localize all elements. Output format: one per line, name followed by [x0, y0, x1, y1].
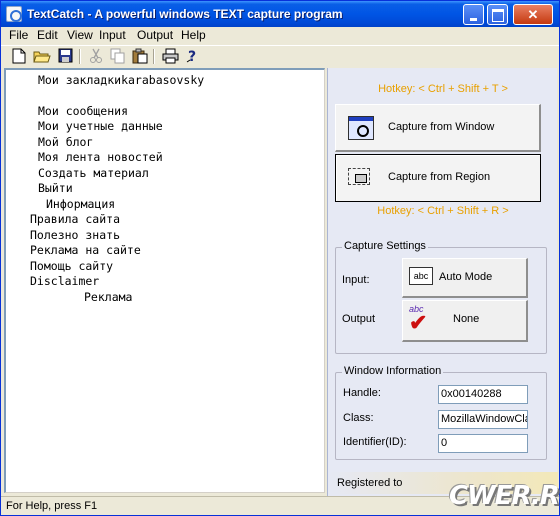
spellcheck-icon: abc ✔	[409, 304, 428, 335]
menu-edit[interactable]: Edit	[37, 28, 58, 42]
menu-help[interactable]: Help	[181, 28, 206, 42]
menu-bar: File Edit View Input Output Help	[1, 27, 559, 45]
output-mode-value: None	[453, 313, 480, 325]
status-text: For Help, press F1	[6, 500, 98, 512]
handle-label: Handle:	[343, 387, 381, 399]
new-file-icon[interactable]	[10, 48, 28, 65]
title-bar[interactable]: TextCatch - A powerful windows TEXT capt…	[1, 1, 559, 27]
identifier-field[interactable]: 0	[438, 434, 528, 453]
capture-settings-group: Capture Settings Input: abc Auto Mode Ou…	[335, 240, 547, 354]
window-title: TextCatch - A powerful windows TEXT capt…	[27, 7, 343, 21]
hotkey-window-label: Hotkey: < Ctrl + Shift + T >	[378, 83, 508, 95]
abc-text-icon: abc	[409, 267, 433, 285]
registered-to-label: Registered to	[337, 477, 403, 489]
watermark-text: CWER.RU	[449, 481, 560, 511]
window-information-title: Window Information	[342, 365, 444, 377]
capture-region-label: Capture from Region	[388, 171, 491, 183]
open-folder-icon[interactable]	[33, 48, 51, 65]
copy-icon[interactable]	[109, 48, 127, 65]
identifier-label: Identifier(ID):	[343, 436, 407, 448]
capture-panel: Hotkey: < Ctrl + Shift + T > Capture fro…	[327, 68, 558, 496]
capture-settings-title: Capture Settings	[342, 240, 428, 252]
print-icon[interactable]	[161, 48, 179, 65]
text-line: Помощь сайту	[30, 259, 114, 273]
handle-field[interactable]: 0x00140288	[438, 385, 528, 404]
menu-view[interactable]: View	[67, 28, 93, 42]
toolbar: ?	[1, 45, 559, 67]
text-line: Создать материал	[38, 166, 149, 180]
capture-from-window-button[interactable]: Capture from Window	[335, 104, 541, 152]
menu-input[interactable]: Input	[99, 28, 126, 42]
text-line: Мой блог	[38, 135, 94, 149]
hotkey-region-label: Hotkey: < Ctrl + Shift + R >	[377, 205, 509, 217]
capture-from-region-button[interactable]: Capture from Region	[335, 154, 541, 202]
text-line: Правила сайта	[30, 212, 121, 226]
text-line: Disclaimer	[30, 274, 100, 288]
save-icon[interactable]	[56, 48, 74, 65]
watermark-logo: CWER.RU	[447, 479, 560, 515]
text-line: Полезно знать	[30, 228, 121, 242]
text-line: Реклама на сайте	[30, 243, 141, 257]
svg-text:?: ?	[188, 49, 196, 64]
menu-file[interactable]: File	[9, 28, 28, 42]
window-information-group: Window Information Handle: 0x00140288 Cl…	[335, 365, 547, 460]
maximize-button[interactable]	[487, 4, 508, 25]
cut-icon[interactable]	[87, 48, 105, 65]
capture-window-label: Capture from Window	[388, 121, 495, 133]
help-icon[interactable]: ?	[183, 48, 201, 65]
output-mode-button[interactable]: abc ✔ None	[402, 300, 528, 342]
app-window: TextCatch - A powerful windows TEXT capt…	[0, 0, 560, 516]
text-line: Реклама	[84, 290, 133, 304]
text-line: Выйти	[38, 181, 73, 195]
minimize-button[interactable]	[463, 4, 484, 25]
paste-icon[interactable]	[131, 48, 149, 65]
text-line: Мои сообщения	[38, 104, 129, 118]
class-field[interactable]: MozillaWindowCla	[438, 410, 528, 429]
text-line: Информация	[46, 197, 116, 211]
captured-text-area[interactable]: Мои закладкиkarabasovsky Мои сообщения М…	[4, 68, 325, 493]
window-capture-icon	[348, 116, 374, 140]
input-mode-value: Auto Mode	[439, 271, 493, 283]
text-line: Мои учетные данные	[38, 119, 163, 133]
close-button[interactable]	[513, 4, 553, 25]
text-line: Моя лента новостей	[38, 150, 163, 164]
app-icon[interactable]	[6, 6, 22, 22]
input-label: Input:	[342, 274, 370, 286]
region-capture-icon	[348, 168, 370, 185]
input-mode-button[interactable]: abc Auto Mode	[402, 258, 528, 298]
toolbar-separator	[79, 49, 81, 64]
menu-output[interactable]: Output	[137, 28, 173, 42]
toolbar-separator	[153, 49, 155, 64]
class-label: Class:	[343, 412, 374, 424]
output-label: Output	[342, 313, 376, 325]
text-line: Мои закладкиkarabasovsky	[38, 73, 205, 87]
